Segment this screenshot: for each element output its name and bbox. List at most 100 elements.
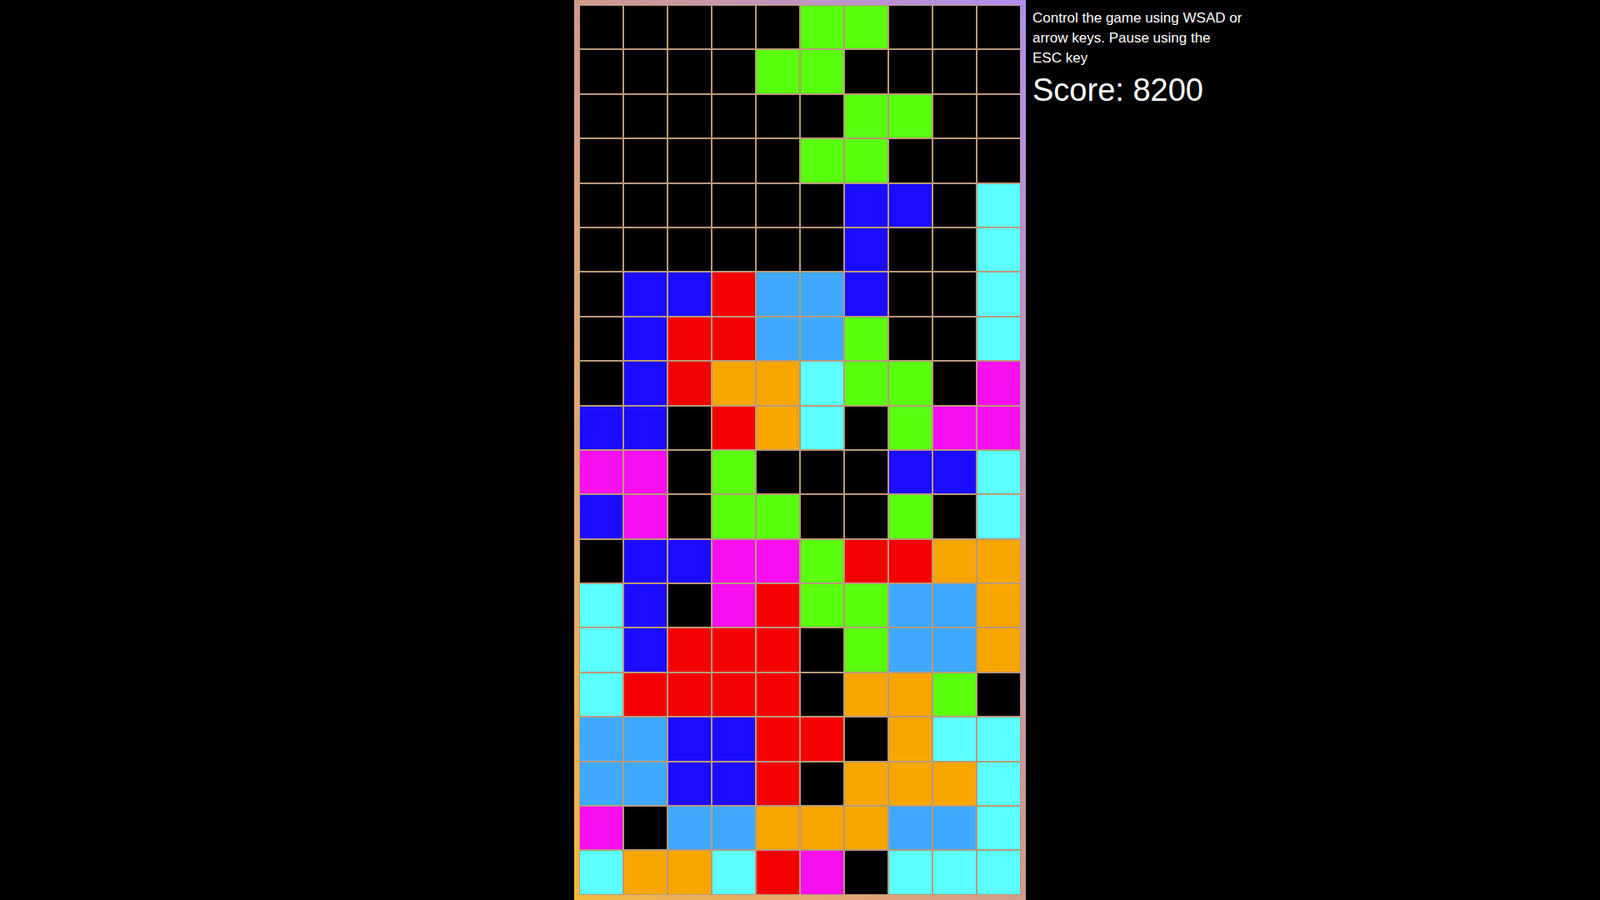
board-cell [976,183,1021,228]
board-cell [888,94,933,139]
board-cell [711,227,756,272]
board-cell [755,94,800,139]
board-cell [579,271,624,316]
board-cell [932,450,977,495]
board-cell [755,583,800,628]
board-cell [844,850,889,895]
board-cell [888,405,933,450]
board-cell [888,271,933,316]
board-cell [932,716,977,761]
board-cell [888,450,933,495]
board-cell [579,805,624,850]
board-cell [711,583,756,628]
board-cell [579,583,624,628]
board-cell [755,761,800,806]
board-cell [800,494,845,539]
board-cell [976,138,1021,183]
board-cell [844,360,889,405]
instructions-text: Control the game using WSAD or arrow key… [1032,8,1243,69]
board-cell [800,405,845,450]
board-cell [932,539,977,584]
board-cell [711,627,756,672]
board-cell [932,94,977,139]
board-cell [976,627,1021,672]
board-cell [844,271,889,316]
board-cell [844,227,889,272]
board-cell [932,360,977,405]
board-cell [623,716,668,761]
board-cell [623,405,668,450]
board-cell [844,316,889,361]
board-cell [579,316,624,361]
board-cell [623,271,668,316]
board-cell [667,761,712,806]
board-cell [579,672,624,717]
board-cell [932,627,977,672]
board-cell [667,227,712,272]
board-cell [579,94,624,139]
board-cell [844,49,889,94]
board-cell [976,271,1021,316]
board-cell [755,5,800,50]
board-cell [711,672,756,717]
board-cell [844,583,889,628]
board-cell [623,494,668,539]
board-cell [976,316,1021,361]
board-cell [623,627,668,672]
board-cell [976,716,1021,761]
board-cell [755,227,800,272]
board-cell [623,450,668,495]
board-cell [755,672,800,717]
board-cell [888,805,933,850]
board-cell [623,539,668,584]
board-cell [844,761,889,806]
board-cell [711,405,756,450]
board-cell [888,583,933,628]
board-cell [932,761,977,806]
board-cell [623,761,668,806]
board-cell [976,94,1021,139]
board-cell [755,271,800,316]
board-cell [623,850,668,895]
board-cell [755,49,800,94]
board-cell [667,316,712,361]
board-cell [667,360,712,405]
board-cell [667,94,712,139]
board-cell [711,716,756,761]
board-cell [800,627,845,672]
board-cell [932,316,977,361]
board-cell [755,805,800,850]
board-cell [667,850,712,895]
board-cell [711,271,756,316]
board-cell [755,450,800,495]
score-label: Score: 8200 [1032,71,1243,109]
board-cell [579,450,624,495]
board-cell [844,539,889,584]
board-cell [932,183,977,228]
board-cell [888,138,933,183]
board-cell [976,405,1021,450]
board-cell [711,316,756,361]
board-cell [976,805,1021,850]
board-cell [800,227,845,272]
board-cell [623,183,668,228]
board-cell [976,49,1021,94]
board-cell [932,227,977,272]
board-cell [844,94,889,139]
board-cell [579,360,624,405]
game-board[interactable] [579,5,1021,895]
board-cell [888,539,933,584]
board-cell [844,716,889,761]
board-cell [711,850,756,895]
board-cell [711,138,756,183]
board-cell [888,627,933,672]
board-cell [888,5,933,50]
board-cell [711,450,756,495]
board-cell [800,138,845,183]
board-cell [932,138,977,183]
board-cell [755,183,800,228]
board-cell [755,716,800,761]
board-cell [667,583,712,628]
board-cell [667,5,712,50]
board-cell [976,850,1021,895]
